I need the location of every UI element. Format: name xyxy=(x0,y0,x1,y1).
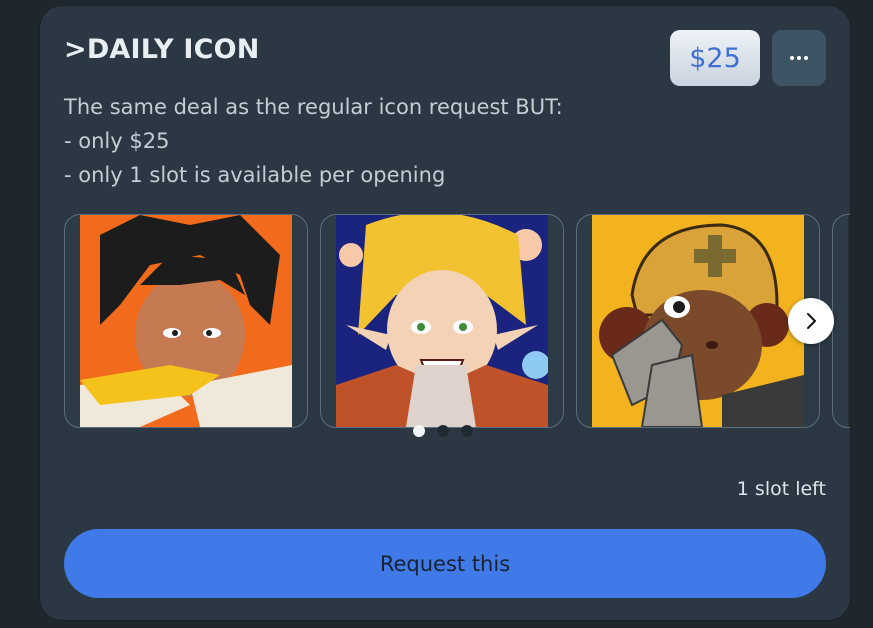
request-button[interactable]: Request this xyxy=(64,529,826,598)
more-horizontal-icon-dot xyxy=(797,56,801,60)
more-horizontal-icon xyxy=(790,56,794,60)
more-horizontal-icon-dot xyxy=(804,56,808,60)
helmet-character-art xyxy=(592,215,804,427)
carousel-slide[interactable] xyxy=(320,214,564,428)
price-badge: $25 xyxy=(670,30,760,86)
pagination-dot[interactable] xyxy=(461,425,473,437)
card-description: The same deal as the regular icon reques… xyxy=(64,90,644,192)
carousel-next-button[interactable] xyxy=(788,298,834,344)
card-title: >DAILY ICON xyxy=(64,34,260,65)
pagination-dot[interactable] xyxy=(413,425,425,437)
description-line: - only 1 slot is available per opening xyxy=(64,163,446,187)
partial-character-art xyxy=(848,215,850,427)
carousel-slide[interactable] xyxy=(576,214,820,428)
slots-left-text: 1 slot left xyxy=(736,478,826,500)
more-options-button[interactable] xyxy=(772,30,826,86)
carousel-slide[interactable] xyxy=(64,214,308,428)
dark-haired-character-art xyxy=(80,215,292,427)
chevron-right-icon xyxy=(807,313,816,329)
blonde-elf-character-art xyxy=(336,215,548,427)
description-line: - only $25 xyxy=(64,129,170,153)
product-card: >DAILY ICON $25 The same deal as the reg… xyxy=(40,6,850,620)
carousel-pagination xyxy=(413,425,473,437)
pagination-dot[interactable] xyxy=(437,425,449,437)
description-line: The same deal as the regular icon reques… xyxy=(64,95,563,119)
carousel-slide[interactable] xyxy=(832,214,850,428)
image-carousel xyxy=(64,214,850,428)
